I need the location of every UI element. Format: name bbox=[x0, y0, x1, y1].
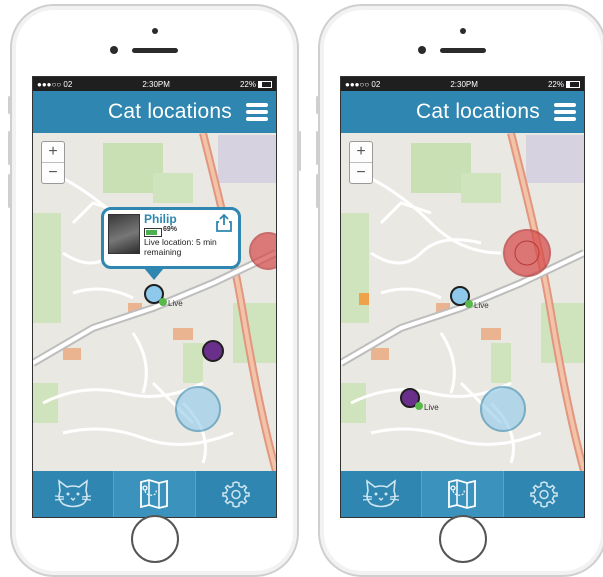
cat-battery-icon bbox=[144, 228, 162, 237]
tab-bar bbox=[33, 471, 276, 517]
status-time: 2:30PM bbox=[450, 79, 478, 89]
cat-face-icon bbox=[55, 479, 92, 508]
power-button bbox=[298, 131, 301, 171]
cat-name: Philip bbox=[144, 212, 177, 226]
volume-down-button bbox=[316, 174, 319, 208]
gear-icon bbox=[222, 481, 250, 508]
page-title: Cat locations bbox=[416, 100, 540, 123]
carrier-signal: ●●●○○ 02 bbox=[345, 79, 381, 89]
battery-indicator: 22% bbox=[548, 80, 580, 89]
gear-icon bbox=[530, 481, 558, 508]
tab-bar bbox=[341, 471, 584, 517]
cat-battery-percent: 69% bbox=[163, 226, 178, 233]
zoom-in-button[interactable]: + bbox=[350, 142, 372, 162]
tab-map[interactable] bbox=[114, 471, 196, 517]
proximity-sensor bbox=[151, 28, 158, 34]
zoom-control: + − bbox=[349, 141, 373, 184]
battery-percent: 22% bbox=[547, 79, 564, 89]
cat-info-popup[interactable]: Philip 69% Live location: 5 min remainin… bbox=[101, 207, 241, 280]
battery-percent: 22% bbox=[239, 79, 256, 89]
status-bar: ●●●○○ 02 2:30PM 22% bbox=[341, 77, 584, 91]
front-camera bbox=[110, 46, 118, 54]
zoom-control: + − bbox=[41, 141, 65, 184]
volume-up-button bbox=[8, 131, 11, 165]
phone-right: ●●●○○ 02 2:30PM 22% Cat locations + − Li… bbox=[316, 4, 603, 577]
phone-left: ●●●○○ 02 2:30PM 22% Cat locations + − Ph… bbox=[8, 4, 301, 577]
earpiece-speaker bbox=[131, 48, 178, 53]
live-label: Live bbox=[474, 301, 489, 310]
screen: ●●●○○ 02 2:30PM 22% Cat locations bbox=[340, 76, 585, 518]
menu-icon[interactable] bbox=[554, 103, 576, 121]
front-camera bbox=[418, 46, 426, 54]
volume-up-button bbox=[316, 131, 319, 165]
app-header: Cat locations bbox=[341, 91, 584, 133]
status-time: 2:30PM bbox=[142, 79, 170, 89]
map-icon bbox=[448, 479, 477, 509]
battery-icon bbox=[258, 80, 272, 88]
live-label: Live bbox=[168, 299, 183, 308]
cat-photo bbox=[108, 214, 140, 254]
live-label: Live bbox=[424, 403, 439, 412]
home-button bbox=[438, 515, 487, 563]
menu-icon[interactable] bbox=[246, 103, 268, 121]
proximity-sensor bbox=[459, 28, 466, 34]
battery-indicator: 22% bbox=[240, 80, 272, 89]
app-header: Cat locations bbox=[33, 91, 276, 133]
tab-cats[interactable] bbox=[33, 471, 115, 517]
map-view[interactable]: + − Philip 69% Live location: 5 min rema… bbox=[33, 132, 276, 473]
tab-cats[interactable] bbox=[341, 471, 423, 517]
zoom-in-button[interactable]: + bbox=[42, 142, 64, 162]
tab-map[interactable] bbox=[422, 471, 504, 517]
carrier-signal: ●●●○○ 02 bbox=[37, 79, 73, 89]
mute-switch bbox=[8, 96, 11, 114]
screen: ●●●○○ 02 2:30PM 22% Cat locations bbox=[32, 76, 277, 518]
volume-down-button bbox=[8, 174, 11, 208]
battery-icon bbox=[566, 80, 580, 88]
mute-switch bbox=[316, 96, 319, 114]
tab-settings[interactable] bbox=[196, 471, 276, 517]
zoom-out-button[interactable]: − bbox=[350, 162, 372, 183]
share-icon[interactable] bbox=[216, 214, 232, 232]
cat-face-icon bbox=[363, 479, 400, 508]
map-view[interactable]: + − Live Live bbox=[341, 132, 584, 473]
home-button bbox=[130, 515, 179, 563]
cat-marker-purple[interactable] bbox=[201, 339, 225, 363]
live-location-text: Live location: 5 min remaining bbox=[144, 237, 217, 257]
page-title: Cat locations bbox=[108, 100, 232, 123]
earpiece-speaker bbox=[439, 48, 486, 53]
tab-settings[interactable] bbox=[504, 471, 584, 517]
map-icon bbox=[140, 479, 169, 509]
zoom-out-button[interactable]: − bbox=[42, 162, 64, 183]
status-bar: ●●●○○ 02 2:30PM 22% bbox=[33, 77, 276, 91]
